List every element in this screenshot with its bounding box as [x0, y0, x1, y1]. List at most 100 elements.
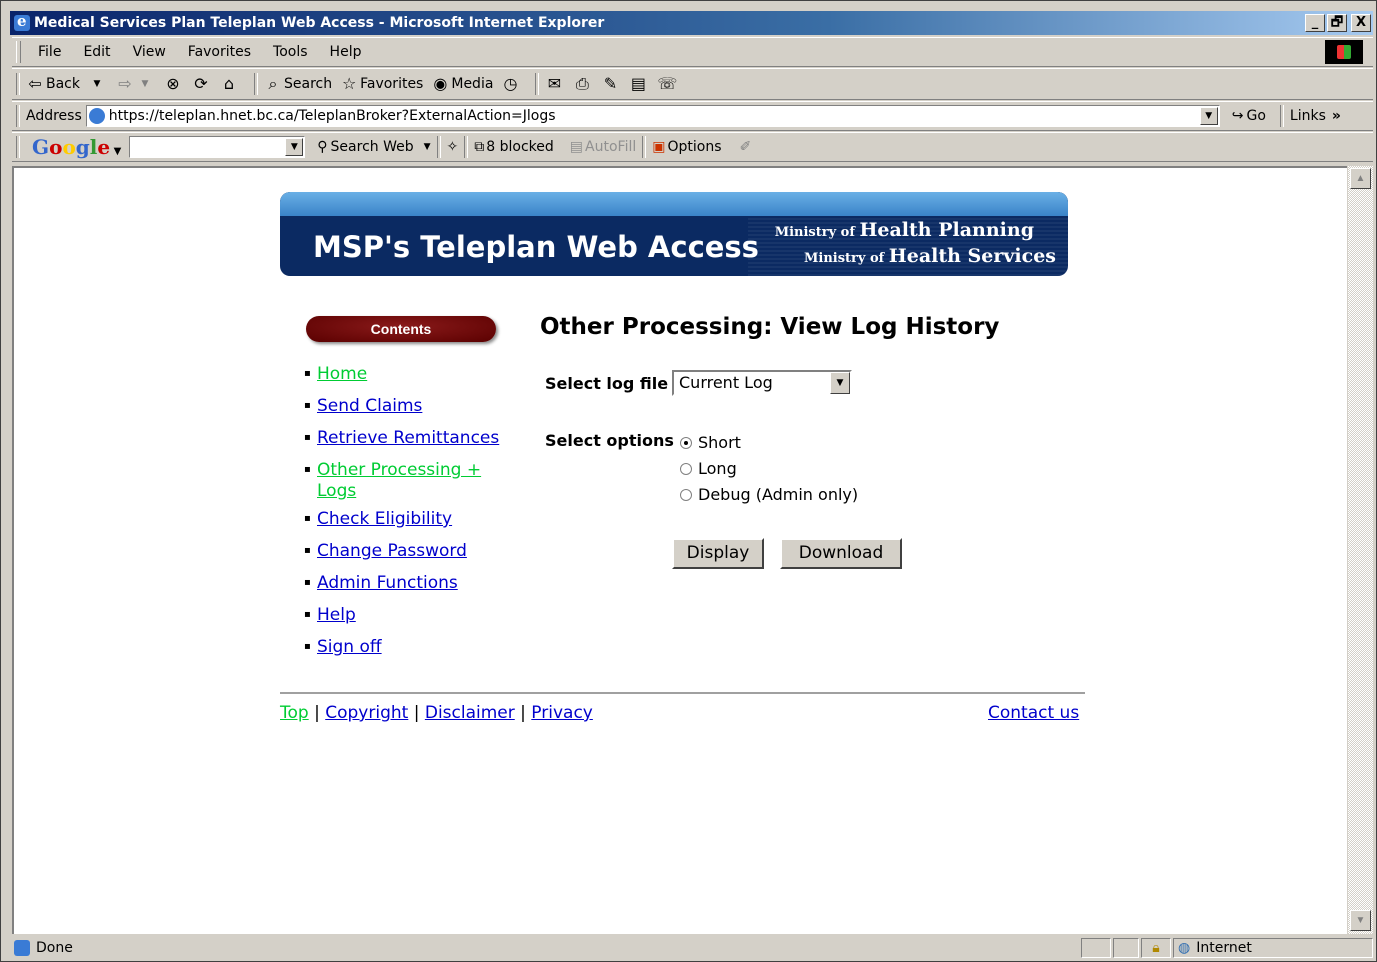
menu-file[interactable]: File: [27, 44, 72, 60]
address-label: Address: [26, 108, 82, 124]
download-button[interactable]: Download: [780, 538, 902, 569]
menu-view[interactable]: View: [122, 44, 177, 60]
option-debug-radio[interactable]: Debug (Admin only): [680, 485, 858, 504]
close-button[interactable]: X: [1351, 14, 1371, 32]
search-web-button[interactable]: ⚲ Search Web ▼: [317, 139, 430, 155]
maximize-button[interactable]: 🗗: [1327, 14, 1347, 32]
window-controls: _ 🗗 X: [1305, 14, 1371, 32]
footer-separator: |: [413, 703, 420, 723]
forward-button[interactable]: ⇨ ▼: [116, 75, 156, 93]
back-button[interactable]: ⇦ Back: [26, 75, 80, 93]
page-viewport: MSP's Teleplan Web Access Ministry of He…: [12, 166, 1347, 934]
menu-tools[interactable]: Tools: [262, 44, 319, 60]
google-logo[interactable]: Google ▼: [32, 135, 121, 159]
chevron-down-icon: ▼: [93, 79, 101, 89]
contact-us-link[interactable]: Contact us: [988, 703, 1079, 723]
media-icon: ◉: [433, 74, 448, 93]
autofill-button[interactable]: ▤ AutoFill: [570, 139, 636, 155]
scroll-down-button[interactable]: ▼: [1350, 910, 1371, 931]
stop-button[interactable]: ⊗: [164, 75, 184, 93]
print-icon: ⎙: [576, 74, 589, 93]
links-button[interactable]: Links: [1290, 108, 1326, 124]
help-link[interactable]: Help: [317, 605, 356, 625]
radio-icon: [680, 488, 692, 501]
option-debug-label: Debug (Admin only): [698, 485, 859, 504]
change-password-link[interactable]: Change Password: [317, 541, 467, 561]
history-button[interactable]: ◷: [501, 75, 521, 93]
google-search-input[interactable]: ▼: [129, 136, 306, 158]
messenger-icon: ☏: [657, 74, 678, 93]
home-icon: ⌂: [223, 74, 235, 93]
log-file-select[interactable]: Current Log ▼: [672, 370, 852, 396]
send-claims-link[interactable]: Send Claims: [317, 396, 422, 416]
sidebar-item-help: Help: [304, 605, 499, 637]
contents-heading: Contents: [306, 316, 496, 342]
footer-separator: |: [314, 703, 320, 723]
menu-help[interactable]: Help: [319, 44, 373, 60]
radio-selected-icon: [680, 436, 692, 449]
option-short-radio[interactable]: Short: [680, 433, 741, 452]
go-button[interactable]: ↪ Go: [1232, 108, 1266, 124]
admin-functions-link[interactable]: Admin Functions: [317, 573, 458, 593]
option-short-label: Short: [698, 433, 741, 452]
internet-zone-icon: ◍: [1178, 940, 1191, 956]
page-icon: [88, 108, 105, 124]
googlebar-separator: [436, 136, 441, 158]
menubar-grip: [16, 41, 21, 63]
popup-blocker-button[interactable]: ⧉ 8 blocked: [474, 139, 554, 155]
options-button[interactable]: ▣ Options: [652, 139, 721, 155]
retrieve-remittances-link[interactable]: Retrieve Remittances: [317, 428, 499, 448]
print-button[interactable]: ⎙: [573, 75, 593, 93]
googlebar-separator: [642, 136, 647, 158]
vertical-scrollbar[interactable]: ▲ ▼: [1348, 166, 1373, 934]
favorites-icon: ☆: [341, 74, 357, 93]
address-dropdown-button[interactable]: ▼: [1199, 107, 1218, 125]
autofill-icon: ▤: [569, 139, 584, 155]
address-input[interactable]: https://teleplan.hnet.bc.ca/TeleplanBrok…: [85, 105, 1220, 127]
minimize-button[interactable]: _: [1305, 14, 1325, 32]
messenger-button[interactable]: ☏: [657, 75, 677, 93]
back-dropdown-button[interactable]: ▼: [88, 75, 108, 93]
disclaimer-link[interactable]: Disclaimer: [425, 703, 515, 723]
status-text: Done: [36, 940, 73, 956]
google-toolbar: Google ▼ ▼ ⚲ Search Web ▼ ✧ ⧉ 8 blocked …: [12, 132, 1373, 162]
refresh-button[interactable]: ⟳: [192, 75, 212, 93]
pagerank-icon[interactable]: ✧: [447, 139, 459, 155]
scroll-up-button[interactable]: ▲: [1350, 168, 1371, 189]
favorites-button[interactable]: ☆ Favorites: [340, 75, 423, 93]
check-eligibility-link[interactable]: Check Eligibility: [317, 509, 452, 529]
sign-off-link[interactable]: Sign off: [317, 637, 382, 657]
lock-icon[interactable]: 🔒︎: [1152, 940, 1159, 956]
privacy-link[interactable]: Privacy: [531, 703, 593, 723]
chevron-down-icon[interactable]: ▼: [830, 372, 850, 394]
select-options-label: Select options: [545, 431, 674, 450]
standard-toolbar: ⇦ Back ▼ ⇨ ▼ ⊗ ⟳ ⌂ ⌕ Search ☆ Favorites …: [12, 68, 1373, 100]
menu-edit[interactable]: Edit: [72, 44, 121, 60]
edit-icon: ✎: [603, 74, 618, 93]
google-search-dropdown-button[interactable]: ▼: [285, 138, 304, 156]
home-link[interactable]: Home: [317, 364, 367, 384]
discuss-icon: ▤: [630, 74, 646, 93]
links-more-icon[interactable]: »: [1332, 108, 1341, 124]
edit-button[interactable]: ✎: [601, 75, 621, 93]
home-button[interactable]: ⌂: [220, 75, 240, 93]
chevron-down-icon: ▼: [423, 142, 431, 152]
mail-button[interactable]: ✉: [545, 75, 565, 93]
display-button[interactable]: Display: [672, 538, 764, 569]
other-processing-link[interactable]: Other Processing + Logs: [317, 460, 481, 501]
back-label: Back: [46, 76, 80, 92]
discuss-button[interactable]: ▤: [629, 75, 649, 93]
search-button[interactable]: ⌕ Search: [264, 74, 333, 93]
sidebar-item-send-claims: Send Claims: [304, 396, 499, 428]
media-button[interactable]: ◉ Media: [431, 75, 493, 93]
copyright-link[interactable]: Copyright: [325, 703, 408, 723]
option-long-radio[interactable]: Long: [680, 459, 737, 478]
search-icon: ⌕: [268, 74, 278, 93]
footer-separator: |: [520, 703, 526, 723]
menu-favorites[interactable]: Favorites: [177, 44, 262, 60]
search-web-label: Search Web: [330, 139, 414, 155]
highlighter-icon[interactable]: ✐: [740, 139, 752, 155]
status-pane-security: 🔒︎: [1141, 938, 1171, 958]
top-link[interactable]: Top: [280, 703, 309, 723]
option-long-label: Long: [698, 459, 737, 478]
